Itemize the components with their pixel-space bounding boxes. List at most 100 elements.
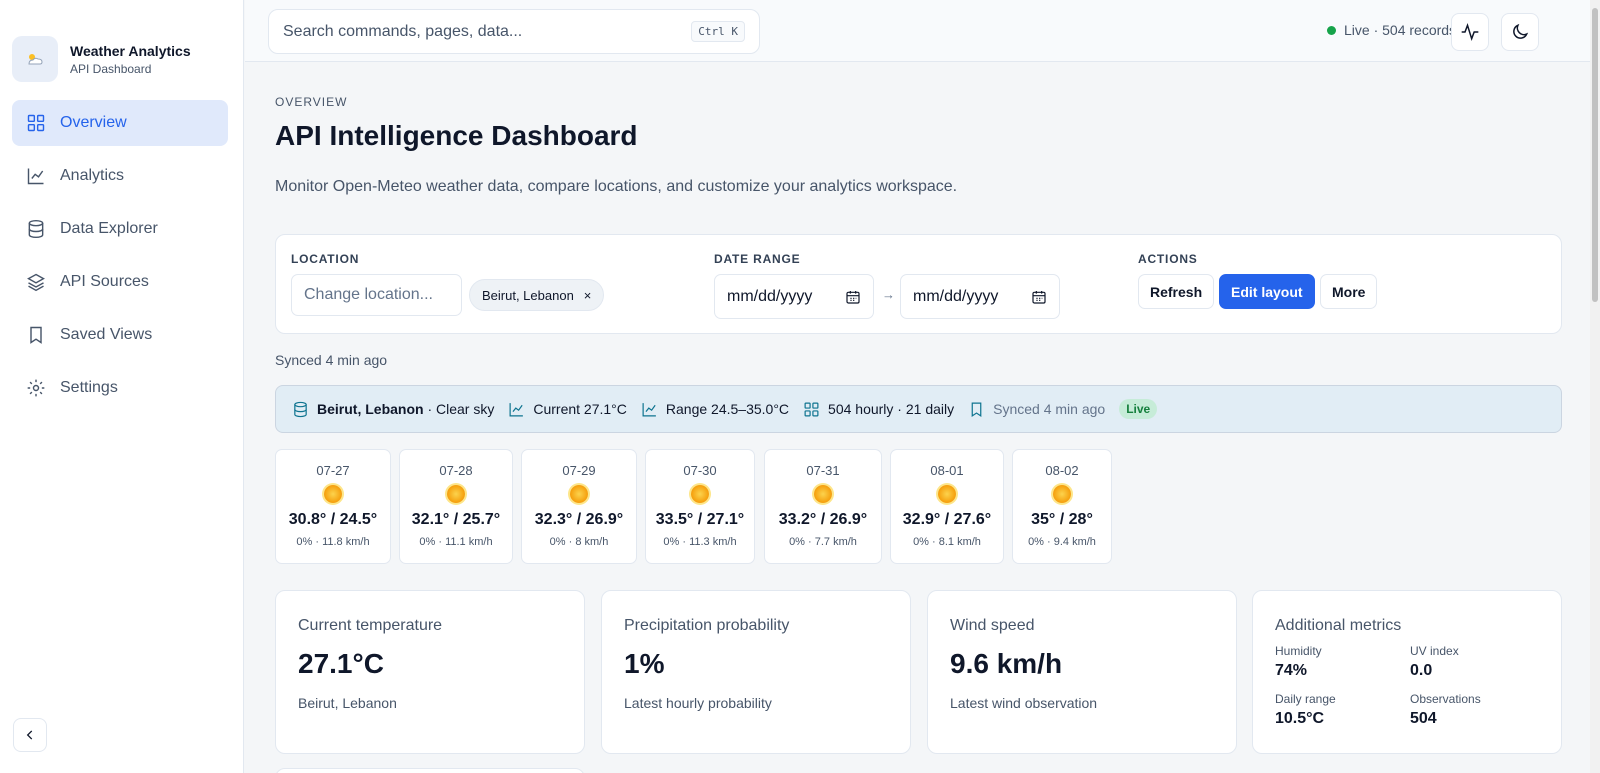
date-to-input[interactable]: mm/dd/yyyy [900, 274, 1060, 319]
sidebar-item-settings[interactable]: Settings [12, 365, 228, 411]
card-label: Additional metrics [1275, 617, 1402, 634]
sidebar-item-label: Overview [60, 114, 127, 131]
metric-value: 10.5°C [1275, 710, 1325, 727]
forecast-date: 08-02 [1045, 463, 1079, 478]
forecast-day-card[interactable]: 07-28 32.1° / 25.7° 0% · 11.1 km/h [399, 449, 513, 564]
database-icon [294, 401, 307, 417]
scrollbar-thumb[interactable] [1592, 8, 1598, 302]
database-icon [28, 219, 44, 239]
forecast-meta: 0% · 11.3 km/h [663, 536, 737, 548]
sidebar-nav: Overview Analytics Data Explorer API Sou… [12, 100, 228, 418]
sun-icon [938, 485, 956, 503]
edit-layout-button[interactable]: Edit layout [1219, 274, 1315, 309]
shortcut-hint: Ctrl K [691, 21, 745, 42]
sidebar-item-data-explorer[interactable]: Data Explorer [12, 206, 228, 252]
date-from-input[interactable]: mm/dd/yyyy [714, 274, 874, 319]
sun-icon [814, 485, 832, 503]
sidebar-item-label: Data Explorer [60, 220, 158, 237]
theme-toggle-button[interactable] [1501, 13, 1539, 51]
forecast-temps: 30.8° / 24.5° [288, 511, 378, 528]
live-badge: Live [1119, 399, 1158, 419]
location-input[interactable]: Change location... [291, 274, 462, 316]
date-range-label: DATE RANGE [714, 252, 801, 266]
forecast-day-card[interactable]: 08-01 32.9° / 27.6° 0% · 8.1 km/h [890, 449, 1004, 564]
card-label: Current temperature [298, 617, 443, 634]
calendar-icon[interactable] [1031, 289, 1047, 305]
forecast-day-card[interactable]: 07-29 32.3° / 26.9° 0% · 8 km/h [521, 449, 637, 564]
chart-line-icon [27, 168, 44, 185]
collapse-sidebar-button[interactable] [13, 718, 47, 752]
close-icon[interactable]: × [584, 288, 592, 303]
metric-label: Daily range [1275, 692, 1336, 706]
forecast-day-card[interactable]: 07-30 33.5° / 27.1° 0% · 11.3 km/h [645, 449, 755, 564]
search-placeholder: Search commands, pages, data... [283, 22, 523, 40]
forecast-date: 07-27 [316, 463, 350, 478]
chart-line-icon [509, 402, 524, 416]
current-temperature-card: Current temperature 27.1°C Beirut, Leban… [275, 590, 585, 754]
sidebar-item-saved-views[interactable]: Saved Views [12, 312, 228, 358]
bookmark-icon [971, 402, 982, 417]
topbar: Search commands, pages, data... Ctrl K L… [245, 0, 1595, 62]
humidity-metric: Humidity 74% [1275, 644, 1410, 680]
sun-icon [570, 485, 588, 503]
card-subtext: Latest hourly probability [624, 695, 772, 711]
activity-button[interactable] [1451, 13, 1489, 51]
daily-range-metric: Daily range 10.5°C [1275, 692, 1410, 728]
search-input[interactable]: Search commands, pages, data... Ctrl K [268, 9, 760, 54]
refresh-button[interactable]: Refresh [1138, 274, 1215, 309]
location-chip-label: Beirut, Lebanon [482, 287, 574, 303]
grid-icon [27, 114, 45, 132]
date-from-placeholder: mm/dd/yyyy [727, 287, 813, 305]
brand-subtitle: API Dashboard [70, 61, 152, 76]
forecast-meta: 0% · 11.1 km/h [419, 536, 493, 548]
calendar-icon[interactable] [845, 289, 861, 305]
sidebar-item-label: API Sources [60, 273, 149, 290]
sync-status: Synced 4 min ago [275, 352, 388, 368]
card-value: 27.1°C [298, 648, 384, 679]
cloud-sun-icon [12, 36, 58, 82]
card-value: 1% [624, 648, 665, 679]
forecast-date: 07-31 [806, 463, 840, 478]
card-value: 9.6 km/h [950, 648, 1063, 679]
page-subtitle: Monitor Open-Meteo weather data, compare… [275, 178, 958, 195]
summary-current: Current 27.1°C [533, 401, 627, 417]
forecast-day-card[interactable]: 07-27 30.8° / 24.5° 0% · 11.8 km/h [275, 449, 391, 564]
location-summary-bar: Beirut, Lebanon · Clear sky Current 27.1… [275, 385, 1562, 433]
forecast-date: 07-30 [683, 463, 717, 478]
sidebar-item-analytics[interactable]: Analytics [12, 153, 228, 199]
sidebar-item-api-sources[interactable]: API Sources [12, 259, 228, 305]
metric-label: UV index [1410, 644, 1459, 658]
forecast-temps: 32.1° / 25.7° [411, 511, 501, 528]
grid-icon [804, 402, 819, 416]
forecast-meta: 0% · 7.7 km/h [789, 536, 857, 548]
layers-icon [27, 273, 45, 292]
forecast-temps: 33.5° / 27.1° [655, 511, 745, 528]
forecast-meta: 0% · 8.1 km/h [913, 536, 981, 548]
sidebar-item-label: Saved Views [60, 326, 153, 343]
forecast-date: 08-01 [930, 463, 964, 478]
forecast-meta: 0% · 8 km/h [549, 536, 609, 548]
page-scrollbar[interactable] [1590, 0, 1600, 773]
metric-value: 504 [1410, 710, 1437, 727]
sidebar-item-label: Settings [60, 379, 118, 396]
forecast-temps: 32.9° / 27.6° [902, 511, 992, 528]
brand[interactable]: Weather Analytics API Dashboard [12, 36, 191, 82]
more-button[interactable]: More [1320, 274, 1378, 309]
sidebar-item-overview[interactable]: Overview [12, 100, 228, 146]
card-label: Wind speed [950, 617, 1035, 634]
summary-synced: Synced 4 min ago [993, 401, 1106, 417]
chevron-left-icon [26, 730, 33, 740]
uv-index-metric: UV index 0.0 [1410, 644, 1545, 680]
live-status: Live · 504 records [1327, 22, 1456, 38]
forecast-day-card[interactable]: 07-31 33.2° / 26.9° 0% · 7.7 km/h [764, 449, 882, 564]
summary-records: 504 hourly · 21 daily [828, 401, 955, 417]
page-title: API Intelligence Dashboard [275, 120, 638, 151]
controls-panel: LOCATION Change location... Beirut, Leba… [275, 234, 1562, 334]
live-status-text: Live · 504 records [1344, 22, 1457, 38]
summary-location: Beirut, Lebanon [317, 401, 424, 417]
live-dot-icon [1327, 25, 1336, 35]
forecast-meta: 0% · 9.4 km/h [1028, 536, 1096, 548]
forecast-day-card[interactable]: 08-02 35° / 28° 0% · 9.4 km/h [1012, 449, 1112, 564]
forecast-date: 07-29 [562, 463, 596, 478]
precipitation-card: Precipitation probability 1% Latest hour… [601, 590, 911, 754]
